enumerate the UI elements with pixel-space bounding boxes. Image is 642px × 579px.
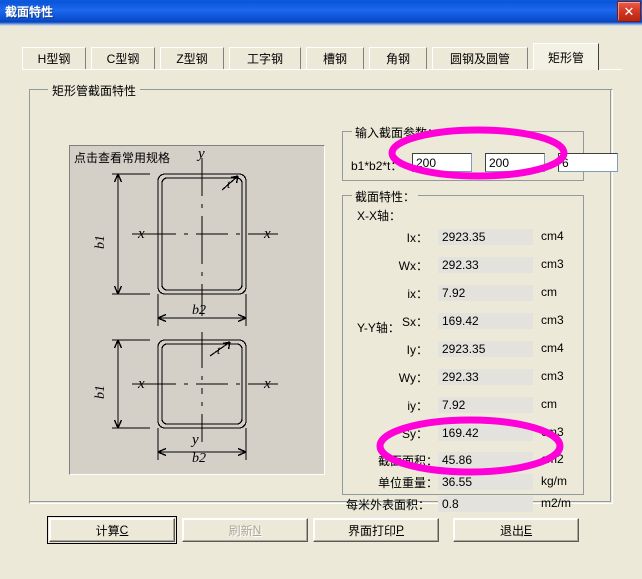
button-1[interactable]: 计算 C bbox=[47, 516, 177, 544]
button-accelerator: E bbox=[524, 523, 533, 537]
tab-label: Z型钢 bbox=[176, 52, 208, 66]
summary-unit-1: kg/m bbox=[541, 474, 568, 488]
results-group: 截面特性： X-X轴： Y-Y轴： Ix： 2923.35 cm4 Wx： 292.33… bbox=[342, 188, 584, 512]
input-b1[interactable] bbox=[412, 153, 472, 172]
param-label: b1*b2*t： bbox=[351, 159, 403, 173]
label-b1-upper: b1 bbox=[93, 235, 108, 249]
input-b2[interactable] bbox=[485, 153, 545, 172]
cross-section-diagram-panel[interactable]: 点击查看常用规格 y x x b1 t b2 x x b1 t y b2 bbox=[69, 145, 325, 475]
window-title-bar: 截面特性 ✕ bbox=[0, 0, 642, 22]
tab-label: 角钢 bbox=[385, 52, 410, 66]
label-t-lower: t bbox=[217, 343, 221, 357]
button-4[interactable]: 退出 E bbox=[453, 518, 579, 542]
close-icon[interactable]: ✕ bbox=[617, 1, 641, 22]
common-specs-link[interactable]: 点击查看常用规格 bbox=[74, 149, 170, 166]
result-unit-y-3: cm3 bbox=[541, 425, 564, 439]
result-unit-x-0: cm4 bbox=[541, 229, 564, 243]
tab-3[interactable]: Z型钢 bbox=[160, 47, 224, 69]
input-group-legend: 输入截面参数： bbox=[352, 124, 443, 141]
result-value-y-0: 2923.35 bbox=[438, 341, 533, 357]
result-label-x-1: Wx： bbox=[398, 259, 428, 273]
result-unit-y-1: cm3 bbox=[541, 369, 564, 383]
result-label-y-0: Iy： bbox=[406, 343, 428, 357]
label-y-upper: y bbox=[196, 146, 205, 162]
result-value-x-2: 7.92 bbox=[438, 285, 533, 301]
tab-label: 圆钢及圆管 bbox=[449, 52, 510, 66]
label-b1-lower: b1 bbox=[93, 385, 108, 399]
tab-1[interactable]: H型钢 bbox=[22, 47, 86, 69]
result-value-y-1: 292.33 bbox=[438, 369, 533, 385]
summary-label-0: 截面面积： bbox=[377, 454, 438, 468]
summary-unit-2: m2/m bbox=[541, 496, 571, 510]
result-label-x-0: Ix： bbox=[406, 231, 428, 245]
button-label: 退出 bbox=[499, 523, 524, 538]
result-unit-x-1: cm3 bbox=[541, 257, 564, 271]
dialog-client-area: H型钢 C型钢 Z型钢 工字钢 槽钢 角钢 圆钢及圆管 矩形管 矩形管截面特性 点击查看常用规… bbox=[0, 26, 642, 579]
summary-value-2: 0.8 bbox=[438, 496, 533, 512]
section-properties-group: 矩形管截面特性 点击查看常用规格 y x x b1 t b2 x x b1 t … bbox=[29, 82, 618, 512]
tube-section-drawing: y x x b1 t b2 x x b1 t y b2 bbox=[93, 146, 278, 466]
result-label-y-1: Wy： bbox=[398, 371, 428, 385]
tab-strip-underline bbox=[22, 69, 622, 70]
tab-4[interactable]: 工字钢 bbox=[229, 47, 301, 69]
result-unit-y-0: cm4 bbox=[541, 341, 564, 355]
result-label-x-3: Sx： bbox=[401, 315, 428, 329]
summary-unit-0: cm2 bbox=[541, 452, 564, 466]
label-b2-lower: b2 bbox=[192, 451, 206, 466]
button-2: 刷新 N bbox=[182, 518, 308, 542]
label-y-lower: y bbox=[190, 432, 199, 448]
button-label: 界面打印 bbox=[347, 523, 396, 538]
button-accelerator: N bbox=[252, 523, 262, 537]
button-accelerator: C bbox=[119, 523, 129, 537]
summary-label-2: 每米外表面积： bbox=[345, 498, 430, 512]
tab-8[interactable]: 矩形管 bbox=[533, 43, 599, 70]
tab-label: 矩形管 bbox=[547, 50, 584, 65]
label-b2-upper: b2 bbox=[192, 303, 206, 318]
result-value-x-1: 292.33 bbox=[438, 257, 533, 273]
input-t[interactable] bbox=[558, 153, 618, 172]
label-t-upper: t bbox=[227, 177, 231, 191]
result-label-y-3: Sy： bbox=[401, 427, 428, 441]
results-group-legend: 截面特性： bbox=[352, 188, 419, 205]
axis-x-heading: X-X轴： bbox=[357, 209, 402, 223]
result-unit-y-2: cm bbox=[541, 397, 557, 411]
tab-2[interactable]: C型钢 bbox=[91, 47, 155, 69]
tab-label: 工字钢 bbox=[246, 52, 283, 66]
tab-6[interactable]: 角钢 bbox=[369, 47, 427, 69]
tab-5[interactable]: 槽钢 bbox=[306, 47, 364, 69]
result-label-x-2: ix： bbox=[407, 287, 428, 301]
tab-7[interactable]: 圆钢及圆管 bbox=[432, 47, 528, 69]
tab-label: 槽钢 bbox=[322, 52, 347, 66]
summary-label-1: 单位重量： bbox=[377, 476, 438, 490]
label-x-right-lower: x bbox=[263, 376, 271, 392]
result-value-x-0: 2923.35 bbox=[438, 229, 533, 245]
summary-value-0: 45.86 bbox=[438, 452, 533, 468]
result-unit-x-3: cm3 bbox=[541, 313, 564, 327]
label-x-right-upper: x bbox=[263, 226, 271, 242]
tab-strip: H型钢 C型钢 Z型钢 工字钢 槽钢 角钢 圆钢及圆管 矩形管 bbox=[22, 43, 622, 70]
input-parameters-group: 输入截面参数： b1*b2*t： bbox=[342, 124, 618, 181]
summary-value-1: 36.55 bbox=[438, 474, 533, 490]
button-label: 刷新 bbox=[228, 523, 253, 538]
label-x-left-lower: x bbox=[137, 376, 145, 392]
label-x-left-upper: x bbox=[137, 226, 145, 242]
window-title: 截面特性 bbox=[5, 4, 54, 19]
button-label: 计算 bbox=[95, 523, 120, 538]
button-accelerator: P bbox=[396, 523, 405, 537]
tab-label: C型钢 bbox=[106, 52, 140, 66]
result-label-y-2: iy： bbox=[407, 399, 428, 413]
group-title: 矩形管截面特性 bbox=[48, 82, 141, 99]
result-unit-x-2: cm bbox=[541, 285, 557, 299]
tab-label: H型钢 bbox=[37, 52, 71, 66]
result-value-x-3: 169.42 bbox=[438, 313, 533, 329]
result-value-y-3: 169.42 bbox=[438, 425, 533, 441]
button-3[interactable]: 界面打印 P bbox=[313, 518, 439, 542]
result-value-y-2: 7.92 bbox=[438, 397, 533, 413]
